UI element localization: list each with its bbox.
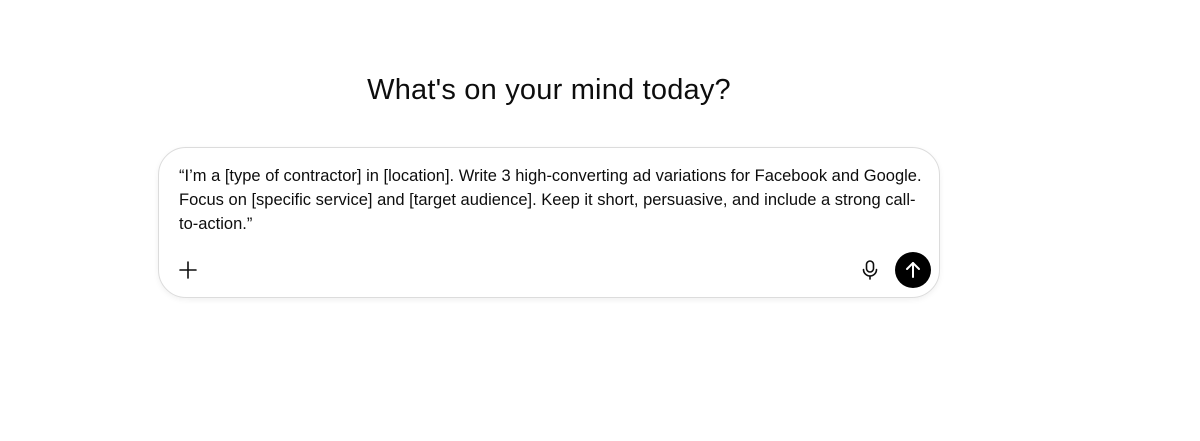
chat-home-page: What's on your mind today? “I’m a [type …	[0, 0, 1200, 441]
microphone-icon	[862, 260, 878, 280]
page-title: What's on your mind today?	[367, 74, 731, 106]
plus-icon	[179, 261, 197, 279]
voice-input-button[interactable]	[858, 258, 882, 282]
prompt-composer[interactable]: “I’m a [type of contractor] in [location…	[158, 147, 940, 298]
arrow-up-icon	[905, 261, 921, 279]
prompt-input[interactable]: “I’m a [type of contractor] in [location…	[179, 164, 924, 236]
send-button[interactable]	[895, 252, 931, 288]
attach-button[interactable]	[176, 258, 200, 282]
